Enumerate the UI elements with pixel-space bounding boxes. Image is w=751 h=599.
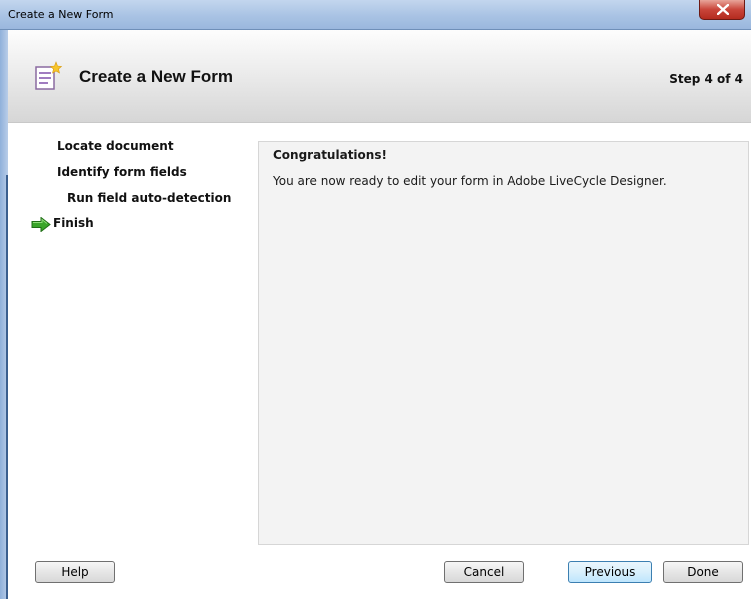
form-new-icon — [35, 61, 63, 90]
message-panel: Congratulations! You are now ready to ed… — [258, 141, 749, 545]
wizard-header: Create a New Form Step 4 of 4 — [8, 30, 751, 123]
window-titlebar[interactable]: Create a New Form — [0, 0, 751, 30]
close-button[interactable] — [699, 0, 745, 20]
step-item-identify-form-fields: Identify form fields — [57, 165, 187, 179]
panel-heading: Congratulations! — [273, 148, 387, 162]
step-item-locate-document: Locate document — [57, 139, 174, 153]
page-title: Create a New Form — [79, 67, 233, 86]
step-item-finish: Finish — [53, 216, 94, 230]
close-icon — [717, 4, 729, 15]
cancel-button[interactable]: Cancel — [444, 561, 524, 583]
steps-list: Locate document Identify form fields Run… — [8, 123, 258, 543]
done-button[interactable]: Done — [663, 561, 743, 583]
previous-button[interactable]: Previous — [568, 561, 652, 583]
window-title: Create a New Form — [8, 8, 114, 21]
wizard-content: Locate document Identify form fields Run… — [8, 123, 751, 553]
green-arrow-icon — [31, 217, 51, 232]
button-bar: Help Cancel Previous Done — [8, 553, 751, 599]
step-indicator: Step 4 of 4 — [669, 72, 743, 86]
window-left-frame — [0, 30, 9, 599]
panel-message: You are now ready to edit your form in A… — [273, 174, 667, 188]
step-item-run-field-auto-detection: Run field auto-detection — [67, 191, 232, 205]
help-button[interactable]: Help — [35, 561, 115, 583]
